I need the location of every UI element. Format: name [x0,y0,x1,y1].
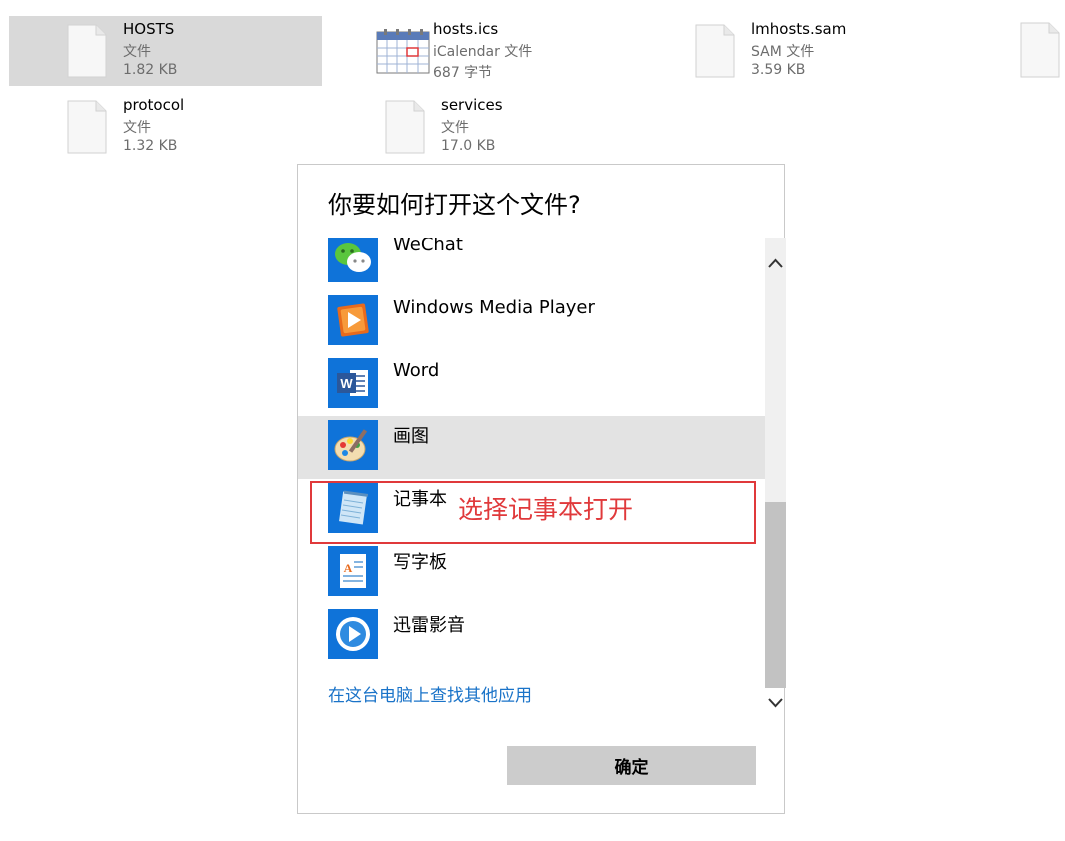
file-type: 文件 [441,120,469,136]
file-item-hosts-ics[interactable]: hosts.ics iCalendar 文件 687 字节 [319,16,632,86]
dialog-title: 你要如何打开这个文件? [328,191,581,219]
app-item-xunlei-player[interactable]: 迅雷影音 [298,605,765,668]
app-item-wechat[interactable]: WeChat [298,238,765,291]
blank-file-icon [67,100,107,154]
app-label: 画图 [393,426,429,447]
file-name: services [441,96,503,114]
file-type: 文件 [123,120,151,136]
file-item-hosts[interactable]: HOSTS 文件 1.82 KB [9,16,322,86]
blank-file-icon [67,24,107,78]
calendar-file-icon [376,29,430,74]
svg-text:W: W [340,376,353,391]
chevron-down-icon[interactable] [765,690,786,714]
ok-button[interactable]: 确定 [507,746,756,785]
paint-icon [328,420,378,470]
wordpad-icon: A [328,546,378,596]
file-type: 文件 [123,44,151,60]
file-name: lmhosts.sam [751,20,847,38]
app-item-wordpad[interactable]: A 写字板 [298,542,765,605]
file-size: 17.0 KB [441,138,496,154]
file-size: 3.59 KB [751,62,806,78]
app-list: WeChat Windows Media Player W Word 画图 记事… [298,238,765,688]
svg-text:A: A [344,561,353,575]
app-item-paint[interactable]: 画图 [298,416,765,479]
annotation-text: 选择记事本打开 [458,495,634,524]
blank-file-icon [695,24,735,78]
windows-media-player-icon [328,295,378,345]
wechat-icon [328,238,378,282]
file-size: 1.82 KB [123,62,178,78]
app-item-windows-media-player[interactable]: Windows Media Player [298,291,765,354]
app-label: Word [393,360,440,381]
app-item-word[interactable]: W Word [298,354,765,417]
app-label: WeChat [393,238,463,255]
file-item-protocol[interactable]: protocol 文件 1.32 KB [9,92,322,162]
file-type: iCalendar 文件 [433,44,533,60]
file-name: HOSTS [123,20,175,38]
blank-file-icon[interactable] [1020,22,1060,78]
file-size: 687 字节 [433,65,493,81]
find-other-apps-link[interactable]: 在这台电脑上查找其他应用 [328,681,532,706]
app-label: Windows Media Player [393,297,595,318]
app-list-scrollbar[interactable] [765,238,786,708]
file-item-services[interactable]: services 文件 17.0 KB [327,92,640,162]
file-type: SAM 文件 [751,44,815,60]
app-label: 写字板 [393,552,447,573]
app-label: 迅雷影音 [393,615,465,636]
file-item-lmhosts-sam[interactable]: lmhosts.sam SAM 文件 3.59 KB [637,16,950,86]
xunlei-player-icon [328,609,378,659]
file-size: 1.32 KB [123,138,178,154]
chevron-up-icon[interactable] [765,252,786,276]
file-name: hosts.ics [433,20,499,38]
blank-file-icon [385,100,425,154]
scroll-thumb[interactable] [765,502,786,688]
file-name: protocol [123,96,185,114]
word-icon: W [328,358,378,408]
